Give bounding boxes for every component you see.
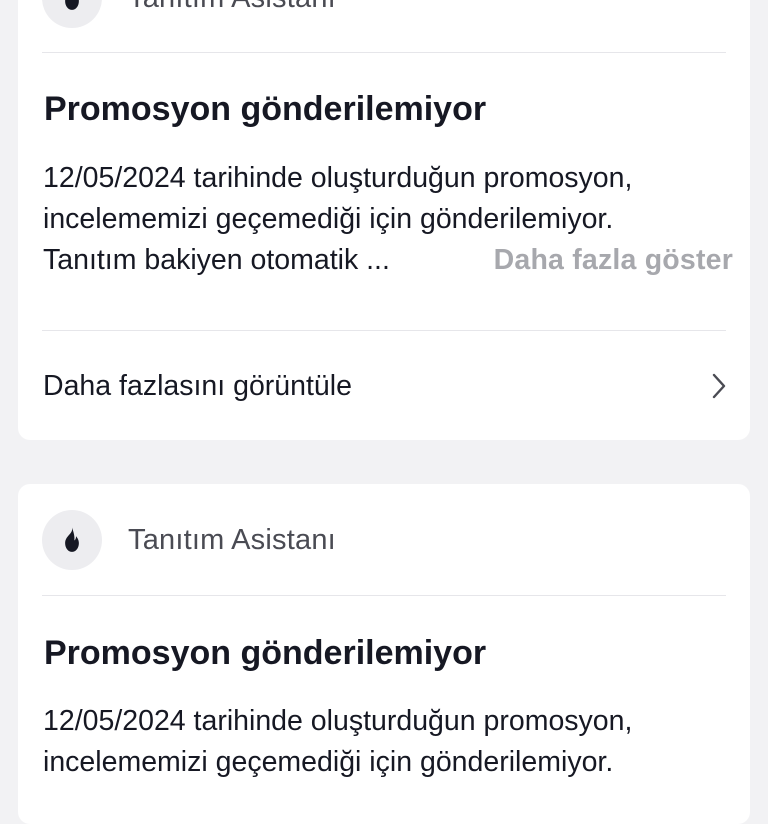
- show-more-link[interactable]: Daha fazla göster: [494, 240, 733, 281]
- assistant-avatar[interactable]: [42, 510, 102, 570]
- body-line: Tanıtım bakiyen otomatik ...: [43, 244, 390, 276]
- divider: [42, 595, 726, 596]
- flame-icon: [57, 525, 87, 555]
- body-line: 12/05/2024 tarihinde oluşturduğun promos…: [43, 162, 633, 194]
- body-line: incelememizi geçemediği için gönderilemi…: [43, 203, 614, 235]
- divider: [42, 52, 726, 53]
- body-line: incelememizi geçemediği için gönderilemi…: [43, 746, 614, 778]
- assistant-avatar[interactable]: [42, 0, 102, 28]
- card-header: Tanıtım Asistanı: [42, 510, 726, 570]
- sender-name: Tanıtım Asistanı: [128, 0, 336, 15]
- chevron-right-icon: [712, 373, 726, 399]
- notification-body: 12/05/2024 tarihinde oluşturduğun promos…: [43, 701, 733, 783]
- notification-body: 12/05/2024 tarihinde oluşturduğun promos…: [43, 158, 733, 281]
- notification-title: Promosyon gönderilemiyor: [44, 90, 487, 128]
- notification-card: Tanıtım Asistanı Promosyon gönderilemiyo…: [18, 0, 750, 440]
- view-more-row[interactable]: Daha fazlasını görüntüle: [43, 356, 726, 416]
- divider: [42, 330, 726, 331]
- flame-icon: [57, 0, 87, 13]
- notification-title: Promosyon gönderilemiyor: [44, 634, 487, 672]
- body-line: 12/05/2024 tarihinde oluşturduğun promos…: [43, 705, 633, 737]
- card-header: Tanıtım Asistanı: [42, 0, 726, 28]
- notification-card: Tanıtım Asistanı Promosyon gönderilemiyo…: [18, 484, 750, 824]
- sender-name: Tanıtım Asistanı: [128, 523, 336, 556]
- view-more-label: Daha fazlasını görüntüle: [43, 369, 352, 402]
